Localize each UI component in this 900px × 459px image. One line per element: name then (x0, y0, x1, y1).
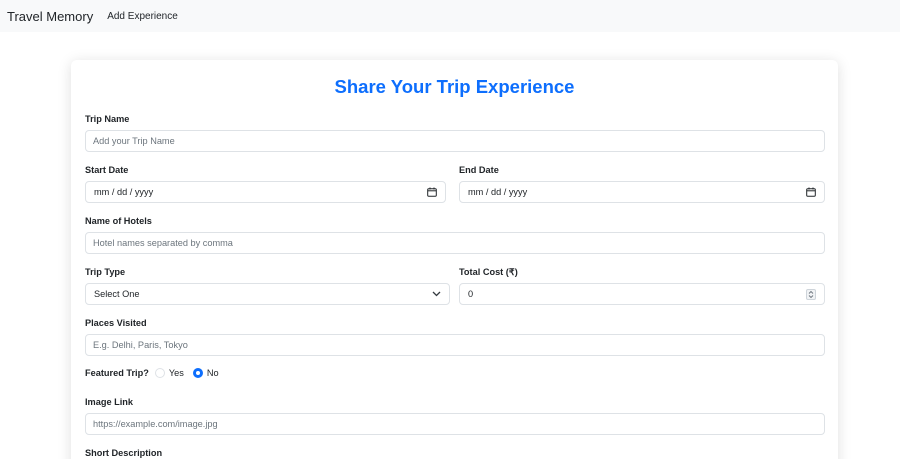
trip-type-label: Trip Type (85, 267, 126, 277)
image-link-input[interactable] (85, 413, 825, 435)
add-experience-link[interactable]: Add Experience (107, 11, 178, 22)
end-date-placeholder: mm / dd / yyyy (468, 187, 528, 197)
image-link-label: Image Link (85, 397, 133, 407)
start-date-input[interactable]: mm / dd / yyyy (85, 181, 446, 203)
form-title: Share Your Trip Experience (334, 76, 575, 97)
total-cost-label: Total Cost (₹) (459, 267, 518, 277)
chevron-down-icon (432, 291, 441, 297)
end-date-input[interactable]: mm / dd / yyyy (459, 181, 825, 203)
featured-no-label: No (206, 368, 219, 378)
hotels-label: Name of Hotels (85, 216, 152, 226)
calendar-icon[interactable] (427, 187, 437, 197)
total-cost-input[interactable]: 0 (459, 283, 825, 305)
trip-form-card: Share Your Trip Experience Trip Name Sta… (71, 60, 838, 459)
featured-trip-label: Featured Trip? (85, 368, 149, 378)
start-date-placeholder: mm / dd / yyyy (94, 187, 154, 197)
featured-yes-label: Yes (168, 368, 184, 378)
end-date-label: End Date (459, 165, 499, 175)
featured-trip-group: Featured Trip? Yes No (85, 366, 228, 380)
navbar: Travel Memory Add Experience (0, 0, 900, 32)
number-spinner-icon[interactable] (806, 288, 816, 300)
featured-no-radio[interactable] (192, 368, 203, 378)
trip-type-select[interactable]: Select One (85, 283, 450, 305)
calendar-icon[interactable] (806, 187, 816, 197)
trip-name-label: Trip Name (85, 114, 130, 124)
trip-name-input[interactable] (85, 130, 825, 152)
places-input[interactable] (85, 334, 825, 356)
total-cost-value: 0 (468, 289, 474, 299)
trip-type-selected: Select One (94, 289, 140, 299)
hotels-input[interactable] (85, 232, 825, 254)
start-date-label: Start Date (85, 165, 129, 175)
short-description-label: Short Description (85, 448, 163, 458)
brand-link[interactable]: Travel Memory (7, 9, 93, 24)
featured-yes-radio[interactable] (154, 368, 165, 378)
places-label: Places Visited (85, 318, 147, 328)
